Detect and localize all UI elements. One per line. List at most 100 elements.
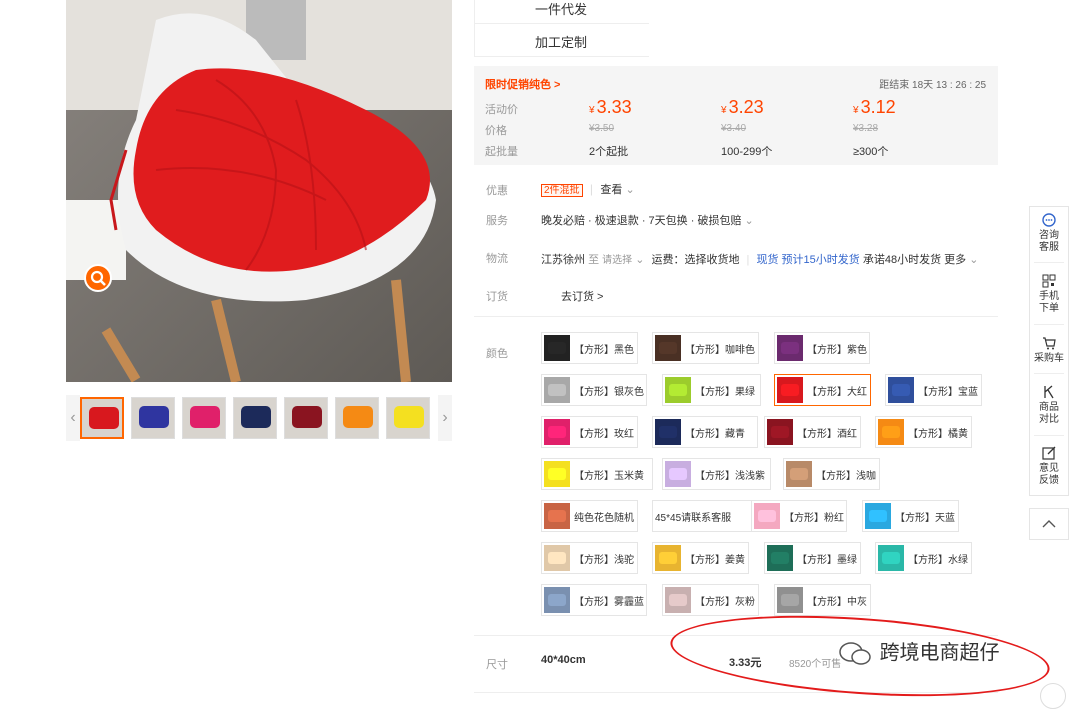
color-option[interactable]: 【方形】大红: [774, 374, 871, 406]
color-option[interactable]: 【方形】银灰色: [541, 374, 647, 406]
color-swatch-image: [544, 461, 570, 487]
color-option[interactable]: 【方形】紫色: [774, 332, 870, 364]
thumb-next-button[interactable]: ›: [438, 395, 452, 441]
tier-price: ¥3.12: [853, 97, 896, 117]
color-swatch-image: [655, 419, 681, 445]
color-swatch-image: [544, 587, 570, 613]
compare-button[interactable]: 商品 对比: [1030, 385, 1068, 426]
color-swatch-image: [777, 377, 803, 403]
color-option[interactable]: 【方形】浅咖: [783, 458, 880, 490]
color-option[interactable]: 【方形】雾霾蓝: [541, 584, 647, 616]
color-option-label: 【方形】雾霾蓝: [574, 596, 644, 608]
color-option[interactable]: 【方形】姜黄: [652, 542, 749, 574]
color-option-label: 【方形】藏青: [685, 428, 745, 440]
color-option[interactable]: 【方形】浅浅紫: [662, 458, 771, 490]
color-option[interactable]: 【方形】宝蓝: [885, 374, 982, 406]
color-option[interactable]: 【方形】天蓝: [862, 500, 959, 532]
thumbnail[interactable]: [131, 397, 175, 439]
color-swatch-image: [655, 545, 681, 571]
color-option-label: 【方形】中灰: [807, 596, 867, 608]
color-option[interactable]: 【方形】玫红: [541, 416, 638, 448]
feedback-icon: [1042, 446, 1056, 460]
color-option-label: 45*45请联系客服: [655, 512, 732, 524]
mobile-order-button[interactable]: 手机 下单: [1030, 274, 1068, 315]
thumbnail[interactable]: [233, 397, 277, 439]
logistics-label: 物流: [486, 253, 508, 265]
size-name[interactable]: 40*40cm: [541, 654, 586, 666]
chevron-down-icon: ⌄: [744, 215, 754, 227]
color-option-label: 【方形】大红: [807, 386, 867, 398]
feedback-button[interactable]: 意见 反馈: [1030, 446, 1068, 487]
color-option[interactable]: 【方形】中灰: [774, 584, 871, 616]
thumb-prev-button[interactable]: ‹: [66, 395, 80, 441]
color-option-label: 【方形】浅浅紫: [695, 470, 765, 482]
color-option-label: 【方形】宝蓝: [918, 386, 978, 398]
color-option-label: 【方形】灰粉: [695, 596, 755, 608]
color-swatch-image: [767, 419, 793, 445]
color-option[interactable]: 45*45请联系客服: [652, 500, 764, 532]
color-swatch-image: [665, 461, 691, 487]
color-option-label: 【方形】天蓝: [895, 512, 955, 524]
purchase-cart-button[interactable]: 采购车: [1030, 336, 1068, 365]
product-main-image: [66, 0, 452, 382]
discount-row: 2件混批 | 查看 ⌄: [541, 181, 635, 197]
order-link[interactable]: 去订货 >: [561, 288, 603, 304]
color-option-label: 【方形】黑色: [574, 344, 634, 356]
color-option-label: 【方形】墨绿: [797, 554, 857, 566]
chevron-down-icon: ⌄: [635, 254, 645, 266]
color-option[interactable]: 【方形】藏青: [652, 416, 758, 448]
option-dropship[interactable]: 一件代发: [474, 0, 649, 24]
logistics-more[interactable]: 更多 ⌄: [944, 254, 978, 266]
option-custom[interactable]: 加工定制: [474, 24, 649, 57]
color-swatch-image: [665, 587, 691, 613]
color-swatch-image: [665, 377, 691, 403]
tier-qty: 2个起批: [589, 146, 629, 158]
color-option-label: 【方形】银灰色: [574, 386, 644, 398]
price-label: 活动价: [485, 104, 518, 116]
orig-price-label: 价格: [485, 125, 507, 137]
color-option[interactable]: 【方形】浅驼: [541, 542, 638, 574]
service-text[interactable]: 晚发必赔 · 极速退款 · 7天包换 · 破损包赔 ⌄: [541, 212, 754, 228]
countdown: 距结束 18天 13 : 26 : 25: [879, 80, 986, 91]
address-select[interactable]: 请选择: [602, 255, 632, 266]
promo-tag[interactable]: 限时促销纯色 >: [485, 76, 560, 92]
tier-orig-price: ¥3.50: [589, 123, 615, 134]
consult-service-button[interactable]: 咨询 客服: [1030, 213, 1068, 254]
thumbnail[interactable]: [284, 397, 328, 439]
color-swatch-image: [777, 335, 803, 361]
color-option-label: 【方形】咖啡色: [685, 344, 755, 356]
color-option[interactable]: 【方形】玉米黄: [541, 458, 653, 490]
logistics-row: 江苏徐州 至 请选择 ⌄ 运费：选择收货地 | 现货 预计15小时发货 承诺48…: [541, 254, 979, 266]
color-option[interactable]: 纯色花色随机: [541, 500, 638, 532]
discount-view-link[interactable]: 查看 ⌄: [600, 184, 634, 196]
color-option[interactable]: 【方形】酒红: [764, 416, 861, 448]
moq-label: 起批量: [485, 146, 518, 158]
color-swatch-image: [655, 335, 681, 361]
color-option[interactable]: 【方形】灰粉: [662, 584, 759, 616]
color-option[interactable]: 【方形】橘黄: [875, 416, 972, 448]
color-option-label: 【方形】姜黄: [685, 554, 745, 566]
thumbnail-strip: ‹ ›: [66, 395, 452, 443]
thumbnail[interactable]: [335, 397, 379, 439]
color-option[interactable]: 【方形】黑色: [541, 332, 638, 364]
help-icon[interactable]: [1040, 683, 1066, 709]
color-option-label: 【方形】玫红: [574, 428, 634, 440]
thumbnail[interactable]: [182, 397, 226, 439]
thumbnail[interactable]: [386, 397, 430, 439]
color-swatch-image: [544, 503, 570, 529]
zoom-icon[interactable]: [84, 264, 112, 292]
color-swatch-image: [544, 377, 570, 403]
color-option[interactable]: 【方形】水绿: [875, 542, 972, 574]
right-toolbar: 咨询 客服 手机 下单 采购车 商品 对比 意见 反馈: [1029, 206, 1069, 496]
color-option[interactable]: 【方形】墨绿: [764, 542, 861, 574]
color-option-label: 【方形】果绿: [695, 386, 755, 398]
color-option[interactable]: 【方形】咖啡色: [652, 332, 759, 364]
color-option[interactable]: 【方形】粉红: [751, 500, 847, 532]
promo-panel: 限时促销纯色 > 距结束 18天 13 : 26 : 25 活动价 价格 起批量…: [474, 66, 998, 165]
thumbnail[interactable]: [80, 397, 124, 439]
back-to-top-button[interactable]: [1029, 508, 1069, 540]
divider: [474, 316, 998, 317]
color-swatch-image: [878, 419, 904, 445]
chevron-up-icon: [1042, 520, 1056, 528]
color-option[interactable]: 【方形】果绿: [662, 374, 761, 406]
